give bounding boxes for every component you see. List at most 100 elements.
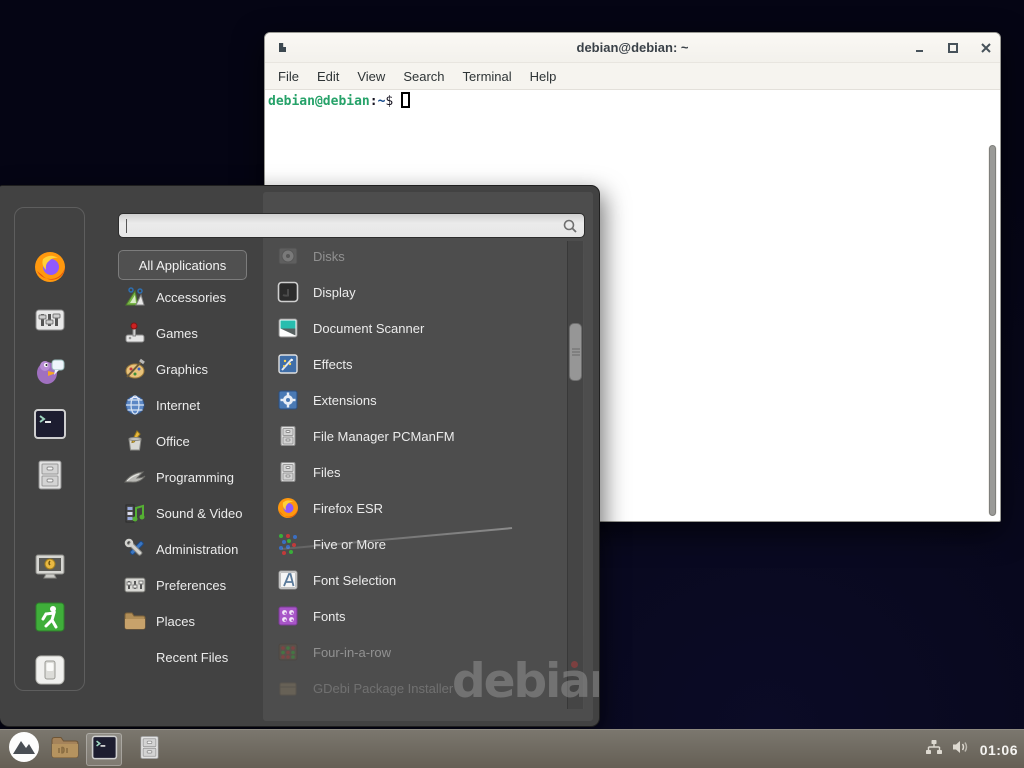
file-cabinet-icon [136, 734, 163, 766]
menu-view[interactable]: View [348, 69, 394, 84]
category-recent-files[interactable]: Recent Files [118, 639, 264, 675]
favorite-file-manager[interactable] [30, 457, 70, 497]
minimize-button[interactable] [913, 42, 927, 54]
app-display[interactable]: Display [276, 274, 556, 310]
favorite-terminal[interactable] [30, 406, 70, 446]
app-list-scrollbar-thumb[interactable] [569, 323, 582, 381]
taskbar: 01:06 [0, 729, 1024, 768]
category-administration[interactable]: Administration [118, 531, 264, 567]
games-icon [123, 321, 147, 345]
terminal-cursor [401, 92, 410, 108]
app-label: Font Selection [313, 573, 396, 588]
graphics-icon [123, 357, 147, 381]
font-selection-icon [276, 568, 300, 592]
favorites-column [14, 207, 85, 691]
all-applications-button[interactable]: All Applications [118, 250, 247, 280]
app-extensions[interactable]: Extensions [276, 382, 556, 418]
menu-search-input[interactable] [118, 213, 585, 238]
menu-file[interactable]: File [269, 69, 308, 84]
terminal-task-button[interactable] [86, 733, 122, 766]
logout-icon [33, 600, 67, 639]
app-effects[interactable]: Effects [276, 346, 556, 382]
menu-edit[interactable]: Edit [308, 69, 348, 84]
category-label: Places [156, 614, 195, 629]
accessories-icon [123, 285, 147, 309]
watermark-red-dot [571, 661, 578, 668]
category-label: Games [156, 326, 198, 341]
app-firefox-esr[interactable]: Firefox ESR [276, 490, 556, 526]
app-label: GDebi Package Installer [313, 681, 453, 696]
firefox-icon [32, 249, 68, 290]
files-task-button[interactable] [132, 733, 166, 766]
category-places[interactable]: Places [118, 603, 264, 639]
close-button[interactable] [979, 42, 993, 54]
volume-icon[interactable] [952, 739, 971, 760]
category-internet[interactable]: Internet [118, 387, 264, 423]
internet-icon [123, 393, 147, 417]
category-preferences[interactable]: Preferences [118, 567, 264, 603]
menu-button[interactable] [6, 733, 42, 766]
category-label: Sound & Video [156, 506, 243, 521]
display-icon [276, 280, 300, 304]
file-cabinet-icon [33, 458, 67, 497]
application-menu: All Applications Accessories [0, 185, 600, 727]
app-file-manager-pcmanfm[interactable]: File Manager PCManFM [276, 418, 556, 454]
firefox-icon [276, 496, 300, 520]
category-accessories[interactable]: Accessories [118, 279, 264, 315]
favorite-firefox[interactable] [30, 249, 70, 289]
category-games[interactable]: Games [118, 315, 264, 351]
favorite-logout[interactable] [30, 599, 70, 639]
app-label: Four-in-a-row [313, 645, 391, 660]
terminal-scrollbar-thumb[interactable] [989, 145, 996, 516]
app-document-scanner[interactable]: Document Scanner [276, 310, 556, 346]
favorite-pidgin[interactable] [30, 352, 70, 392]
app-disks[interactable]: Disks [276, 238, 556, 274]
gdebi-icon [276, 676, 300, 700]
app-files[interactable]: Files [276, 454, 556, 490]
category-label: Programming [156, 470, 234, 485]
category-label: Graphics [156, 362, 208, 377]
app-font-selection[interactable]: Font Selection [276, 562, 556, 598]
terminal-icon [33, 407, 67, 446]
prompt-user-host: debian@debian [268, 94, 370, 109]
category-programming[interactable]: Programming [118, 459, 264, 495]
category-office[interactable]: Office [118, 423, 264, 459]
menu-help[interactable]: Help [521, 69, 566, 84]
favorite-lock-screen[interactable] [30, 549, 70, 589]
app-label: Files [313, 465, 340, 480]
terminal-scrollbar[interactable] [988, 145, 997, 516]
sound-video-icon [123, 501, 147, 525]
file-cabinet-icon [276, 460, 300, 484]
app-list-scrollbar[interactable] [567, 241, 584, 709]
start-menu-icon [8, 731, 40, 768]
app-label: Firefox ESR [313, 501, 383, 516]
file-manager-launcher[interactable] [48, 733, 82, 766]
lock-screen-icon [32, 549, 68, 590]
category-label: Internet [156, 398, 200, 413]
all-applications-label: All Applications [139, 258, 226, 273]
debian-watermark: debian [452, 654, 600, 709]
disks-icon [276, 244, 300, 268]
app-fonts[interactable]: Fonts [276, 598, 556, 634]
places-icon [123, 609, 147, 633]
preferences-icon [123, 573, 147, 597]
app-label: Extensions [313, 393, 377, 408]
four-in-a-row-icon [276, 640, 300, 664]
menu-terminal[interactable]: Terminal [454, 69, 521, 84]
system-tray: 01:06 [925, 730, 1018, 768]
category-label: Administration [156, 542, 238, 557]
favorite-control-center[interactable] [30, 302, 70, 342]
clock[interactable]: 01:06 [980, 742, 1018, 758]
menu-search[interactable]: Search [394, 69, 453, 84]
favorite-shutdown[interactable] [30, 652, 70, 692]
terminal-titlebar[interactable]: debian@debian: ~ [265, 33, 1000, 63]
terminal-icon [91, 734, 118, 766]
category-sound-video[interactable]: Sound & Video [118, 495, 264, 531]
shutdown-icon [33, 653, 67, 692]
file-cabinet-icon [276, 424, 300, 448]
network-icon[interactable] [925, 739, 943, 760]
maximize-button[interactable] [946, 42, 960, 54]
category-graphics[interactable]: Graphics [118, 351, 264, 387]
category-label: Preferences [156, 578, 226, 593]
office-icon [123, 429, 147, 453]
